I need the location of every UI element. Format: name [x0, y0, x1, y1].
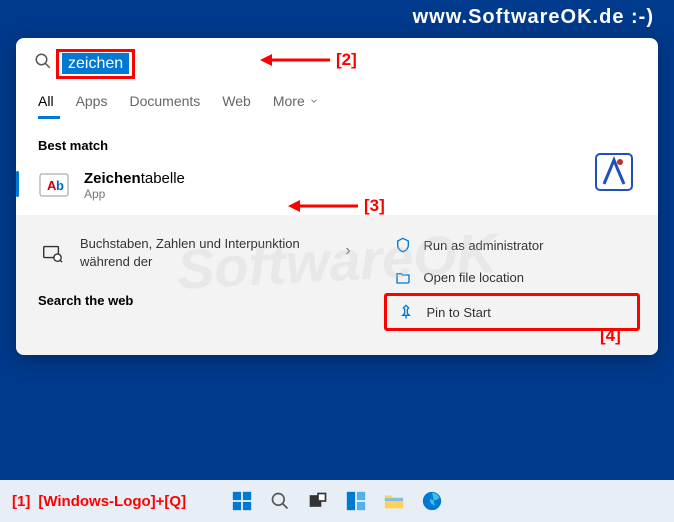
tab-all[interactable]: All — [38, 93, 54, 119]
context-pin-start-label: Pin to Start — [427, 305, 491, 320]
search-icon — [34, 52, 52, 75]
result-title-rest: tabelle — [141, 170, 185, 187]
search-taskbar-icon[interactable] — [266, 487, 294, 515]
edge-icon[interactable] — [418, 487, 446, 515]
tab-web[interactable]: Web — [222, 93, 251, 119]
annotation-4: [4] — [600, 326, 621, 346]
tab-more-label: More — [273, 93, 305, 109]
context-menu: Run as administrator Open file location … — [376, 229, 658, 331]
search-web-icon — [38, 239, 66, 267]
task-view-icon[interactable] — [304, 487, 332, 515]
context-run-admin-label: Run as administrator — [424, 238, 544, 253]
result-subtitle: App — [84, 187, 185, 201]
chevron-down-icon — [309, 93, 319, 109]
selection-indicator — [16, 171, 19, 197]
arrow-icon — [260, 52, 330, 68]
explorer-icon[interactable] — [380, 487, 408, 515]
folder-icon — [394, 268, 412, 286]
search-input[interactable]: zeichen — [62, 53, 129, 74]
tab-more[interactable]: More — [273, 93, 319, 119]
annotation-3: [3] — [288, 196, 385, 216]
result-title-bold: Zeichen — [84, 170, 141, 187]
decorative-cube-icon — [590, 148, 638, 201]
chevron-right-icon — [342, 244, 354, 262]
web-suggestion-text: Buchstaben, Zahlen und Interpunktion wäh… — [80, 235, 328, 271]
charmap-app-icon: Ab — [38, 169, 70, 201]
tab-documents[interactable]: Documents — [129, 93, 200, 119]
left-column: Buchstaben, Zahlen und Interpunktion wäh… — [16, 229, 376, 331]
context-open-location[interactable]: Open file location — [384, 261, 640, 293]
pin-icon — [397, 303, 415, 321]
svg-text:b: b — [56, 178, 64, 193]
search-web-label: Search the web — [38, 287, 354, 308]
context-open-location-label: Open file location — [424, 270, 524, 285]
context-run-admin[interactable]: Run as administrator — [384, 229, 640, 261]
arrow-icon — [288, 198, 358, 214]
result-text: Zeichentabelle App — [84, 170, 185, 201]
shield-icon — [394, 236, 412, 254]
annotation-1: [1] [Windows-Logo]+[Q] — [12, 493, 186, 510]
tab-apps[interactable]: Apps — [76, 93, 108, 119]
search-tabs: All Apps Documents Web More — [16, 85, 658, 120]
web-suggestion[interactable]: Buchstaben, Zahlen und Interpunktion wäh… — [38, 229, 354, 287]
annotation-2: [2] — [260, 50, 357, 70]
taskbar: [1] [Windows-Logo]+[Q] — [0, 478, 674, 522]
best-match-label: Best match — [16, 120, 658, 163]
lower-section: Buchstaben, Zahlen und Interpunktion wäh… — [16, 215, 658, 355]
start-button[interactable] — [228, 487, 256, 515]
widgets-icon[interactable] — [342, 487, 370, 515]
result-title: Zeichentabelle — [84, 170, 185, 187]
watermark-url: www.SoftwareOK.de :-) — [413, 6, 654, 29]
